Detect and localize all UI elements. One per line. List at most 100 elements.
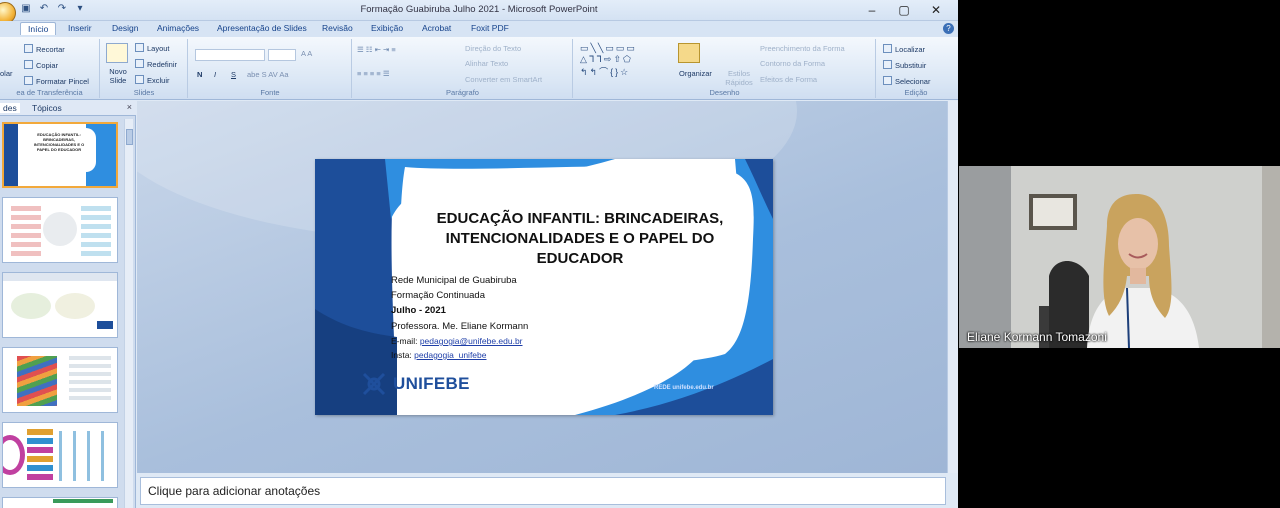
italic-button[interactable]: I: [214, 70, 216, 79]
slide-subtitle-1: Rede Municipal de Guabiruba: [391, 275, 517, 286]
unifebe-logo: UNIFEBE: [361, 371, 470, 397]
slide-thumbnail-4[interactable]: [2, 347, 118, 413]
replace-icon: [883, 60, 892, 69]
slide-footer: REDE unifebe.edu.br: [654, 385, 714, 391]
shape-outline-button[interactable]: Contorno da Forma: [760, 59, 825, 68]
unifebe-logo-icon: [362, 372, 386, 396]
slide-subtitle-2: Formação Continuada: [391, 290, 485, 301]
paste-button[interactable]: olar: [0, 69, 13, 78]
tab-revisao[interactable]: Revisão: [322, 23, 353, 33]
tab-apresentacao[interactable]: Apresentação de Slides: [217, 23, 307, 33]
tab-outline[interactable]: Tópicos: [32, 103, 62, 113]
underline-button[interactable]: S: [231, 70, 236, 79]
slides-label: Slides: [133, 88, 155, 97]
thumb-title: EDUCAÇÃO INFANTIL: BRINCADEIRAS, INTENCI…: [33, 132, 85, 152]
webcam-scene: [959, 166, 1280, 348]
tab-animacoes[interactable]: Animações: [157, 23, 199, 33]
quick-styles-button[interactable]: Estilos Rápidos: [724, 69, 754, 87]
slide-thumbnail-6[interactable]: [2, 497, 118, 508]
layout-button[interactable]: Layout: [135, 43, 170, 53]
arrange-button[interactable]: Organizar: [679, 69, 712, 78]
text-direction-button[interactable]: Direção do Texto: [465, 44, 521, 53]
slide-insta: Insta: pedagogia_unifebe: [391, 350, 487, 360]
ribbon: olar Recortar Copiar Formatar Pincel ea …: [0, 37, 958, 100]
delete-icon: [135, 75, 144, 84]
font-size-select[interactable]: [268, 49, 296, 61]
window-title: Formação Guabiruba Julho 2021 - Microsof…: [360, 4, 598, 15]
screen: ▣ ↶ ↷ ▾ Formação Guabiruba Julho 2021 - …: [0, 0, 1280, 508]
notes-pane[interactable]: Clique para adicionar anotações: [140, 477, 946, 505]
cursor-icon: [883, 76, 892, 85]
logo-text: UNIFEBE: [393, 374, 470, 393]
list-buttons[interactable]: ☰ ☷ ⇤ ⇥ ≡: [357, 45, 396, 54]
slides-pane-tabs: des Tópicos ×: [0, 101, 136, 116]
drawing-label: Desenho: [709, 88, 740, 97]
slide-thumbnail-3[interactable]: [2, 272, 118, 338]
notes-placeholder: Clique para adicionar anotações: [148, 484, 321, 498]
delete-slide-button[interactable]: Excluir: [135, 75, 170, 85]
restore-button[interactable]: ▢: [888, 1, 920, 19]
shapes-gallery[interactable]: ▭╲╲▭▭▭ △ᒣᒣ⇨⇧⬠ ↰↰⌒{}☆: [580, 43, 637, 78]
minimize-button[interactable]: –: [856, 1, 888, 19]
tab-acrobat[interactable]: Acrobat: [422, 23, 451, 33]
shape-effects-button[interactable]: Efeitos de Forma: [760, 75, 817, 84]
tab-inicio[interactable]: Início: [20, 22, 57, 35]
slides-pane-scrollbar[interactable]: [124, 119, 133, 508]
insta-link[interactable]: pedagogia_unifebe: [414, 350, 486, 360]
layout-icon: [135, 43, 144, 52]
align-buttons[interactable]: ≡ ≡ ≡ ≡ ☰: [357, 69, 390, 78]
tab-exibicao[interactable]: Exibição: [371, 23, 403, 33]
webcam-video: Eliane Kormann Tomazoni: [959, 166, 1280, 348]
slide-subtitle-3: Julho - 2021: [391, 305, 446, 316]
grow-font-button[interactable]: A A: [301, 49, 312, 58]
clipboard-label: ea de Transferência: [16, 88, 83, 97]
paragraph-label: Parágrafo: [446, 88, 479, 97]
close-icon[interactable]: ×: [127, 102, 132, 112]
font-family-select[interactable]: [195, 49, 265, 61]
select-button[interactable]: Selecionar: [883, 76, 930, 86]
binoculars-icon: [883, 44, 892, 53]
slides-pane: des Tópicos × EDUCAÇÃO INFANTIL: BRINCAD…: [0, 101, 136, 508]
font-effects[interactable]: abe S AV Aa: [247, 70, 289, 79]
participant-name: Eliane Kormann Tomazoni: [967, 330, 1107, 344]
format-painter-button[interactable]: Formatar Pincel: [24, 76, 89, 86]
brush-icon: [24, 76, 33, 85]
tab-design[interactable]: Design: [112, 23, 138, 33]
window-controls: – ▢ ✕: [856, 1, 952, 19]
new-slide-button[interactable]: Novo Slide: [105, 67, 131, 85]
arrange-icon[interactable]: [678, 43, 700, 63]
copy-button[interactable]: Copiar: [24, 60, 58, 70]
slide-subtitle-4: Professora. Me. Eliane Kormann: [391, 321, 529, 332]
powerpoint-window: ▣ ↶ ↷ ▾ Formação Guabiruba Julho 2021 - …: [0, 0, 958, 508]
editing-group: Localizar Substituir Selecionar Edição: [877, 39, 955, 98]
current-slide[interactable]: EDUCAÇÃO INFANTIL: BRINCADEIRAS, INTENCI…: [315, 159, 773, 415]
slide-thumbnail-2[interactable]: [2, 197, 118, 263]
close-button[interactable]: ✕: [920, 1, 952, 19]
title-bar: ▣ ↶ ↷ ▾ Formação Guabiruba Julho 2021 - …: [0, 0, 958, 24]
slide-thumbnail-5[interactable]: [2, 422, 118, 488]
slide-title: EDUCAÇÃO INFANTIL: BRINCADEIRAS, INTENCI…: [436, 210, 724, 267]
convert-smartart-button[interactable]: Converter em SmartArt: [465, 75, 542, 84]
cut-button[interactable]: Recortar: [24, 44, 65, 54]
tab-inserir[interactable]: Inserir: [68, 23, 92, 33]
bold-button[interactable]: N: [197, 70, 202, 79]
slide-editing-area: EDUCAÇÃO INFANTIL: BRINCADEIRAS, INTENCI…: [137, 101, 947, 473]
paragraph-group: ☰ ☷ ⇤ ⇥ ≡ ≡ ≡ ≡ ≡ ☰ Direção do Texto Ali…: [353, 39, 573, 98]
font-group: A A N I S abe S AV Aa Fonte: [189, 39, 352, 98]
align-text-button[interactable]: Alinhar Texto: [465, 59, 508, 68]
shape-fill-button[interactable]: Preenchimento da Forma: [760, 44, 845, 53]
slide-thumbnail-1[interactable]: EDUCAÇÃO INFANTIL: BRINCADEIRAS, INTENCI…: [2, 122, 118, 188]
email-link[interactable]: pedagogia@unifebe.edu.br: [420, 336, 523, 346]
scroll-thumb[interactable]: [126, 129, 133, 145]
reset-button[interactable]: Redefinir: [135, 59, 177, 69]
slide-area-scrollbar[interactable]: [947, 101, 958, 473]
tab-slides[interactable]: des: [0, 103, 20, 113]
new-slide-icon[interactable]: [106, 43, 128, 63]
help-icon[interactable]: ?: [943, 23, 954, 34]
font-label: Fonte: [260, 88, 280, 97]
editing-label: Edição: [904, 88, 928, 97]
reset-icon: [135, 59, 144, 68]
tab-foxit-pdf[interactable]: Foxit PDF: [471, 23, 509, 33]
replace-button[interactable]: Substituir: [883, 60, 926, 70]
find-button[interactable]: Localizar: [883, 44, 925, 54]
